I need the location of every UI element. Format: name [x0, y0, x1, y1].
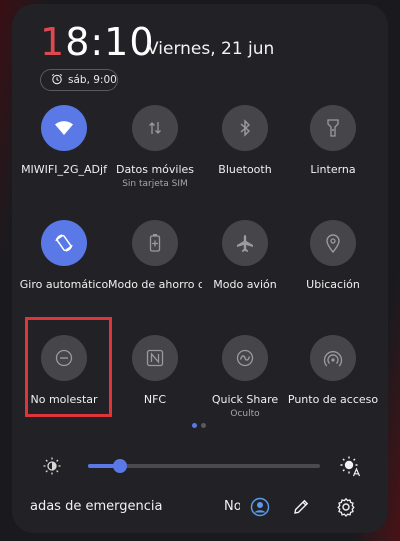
tile-nfc[interactable]: NFC: [108, 335, 202, 407]
alarm-label: sáb, 9:00: [68, 74, 117, 86]
airplane-icon: [222, 220, 268, 266]
tile-location[interactable]: Ubicación: [286, 220, 380, 292]
date-label[interactable]: Viernes, 21 jun: [147, 38, 274, 60]
tile-battery-saver[interactable]: Modo de ahorro d: [108, 220, 202, 292]
auto-rotate-icon: [41, 220, 87, 266]
truncated-label: No: [224, 499, 240, 514]
tile-hotspot[interactable]: Punto de acceso: [286, 335, 380, 407]
page-indicator: [192, 423, 206, 428]
brightness-row: [40, 455, 365, 477]
brightness-low-icon: [40, 454, 64, 478]
nfc-icon: [132, 335, 178, 381]
bottom-bar: adas de emergencia No: [30, 495, 365, 519]
tile-label: MIWIFI_2G_ADjf: [21, 163, 107, 176]
clock-first-digit: 1: [40, 20, 66, 64]
edit-pencil-icon[interactable]: [289, 495, 313, 519]
highlight-box: [25, 317, 112, 417]
tile-mobile-data[interactable]: Datos móviles Sin tarjeta SIM: [108, 105, 202, 190]
tile-auto-rotate[interactable]: Giro automático: [17, 220, 111, 292]
tile-sublabel: Oculto: [230, 409, 260, 419]
tile-quick-share[interactable]: Quick Share Oculto: [198, 335, 292, 420]
tile-label: Datos móviles: [115, 163, 195, 176]
battery-saver-icon: [132, 220, 178, 266]
quick-share-icon: [222, 335, 268, 381]
brightness-thumb[interactable]: [113, 459, 128, 473]
tile-label: Punto de acceso: [287, 393, 379, 406]
emergency-calls-label[interactable]: adas de emergencia: [30, 499, 162, 514]
auto-brightness-icon[interactable]: [338, 454, 362, 478]
tile-label: Quick Share: [211, 393, 279, 406]
settings-gear-icon[interactable]: [334, 495, 358, 519]
alarm-chip[interactable]: sáb, 9:00: [40, 69, 118, 91]
location-icon: [310, 220, 356, 266]
tile-label: NFC: [143, 393, 167, 406]
hotspot-icon: [310, 335, 356, 381]
wifi-icon: [41, 105, 87, 151]
tile-sublabel: Sin tarjeta SIM: [122, 179, 188, 189]
alarm-clock-icon: [51, 73, 63, 88]
brightness-slider[interactable]: [88, 459, 320, 473]
clock[interactable]: 18:10: [40, 20, 155, 64]
tile-flashlight[interactable]: Linterna: [286, 105, 380, 177]
tile-bluetooth[interactable]: Bluetooth: [198, 105, 292, 177]
tile-airplane[interactable]: Modo avión: [198, 220, 292, 292]
tile-label: Modo de ahorro d: [108, 278, 202, 291]
tile-wifi[interactable]: MIWIFI_2G_ADjf: [17, 105, 111, 177]
clock-rest: 8:10: [65, 20, 155, 64]
bluetooth-icon: [222, 105, 268, 151]
page-dot: [201, 423, 206, 428]
page-dot-active: [192, 423, 197, 428]
tile-label: Bluetooth: [218, 163, 272, 176]
tile-label: Modo avión: [213, 278, 277, 291]
tile-label: Linterna: [310, 163, 356, 176]
tile-label: Giro automático: [19, 278, 109, 291]
user-account-icon[interactable]: [248, 495, 272, 519]
mobile-data-icon: [132, 105, 178, 151]
flashlight-icon: [310, 105, 356, 151]
tile-label: Ubicación: [306, 278, 360, 291]
